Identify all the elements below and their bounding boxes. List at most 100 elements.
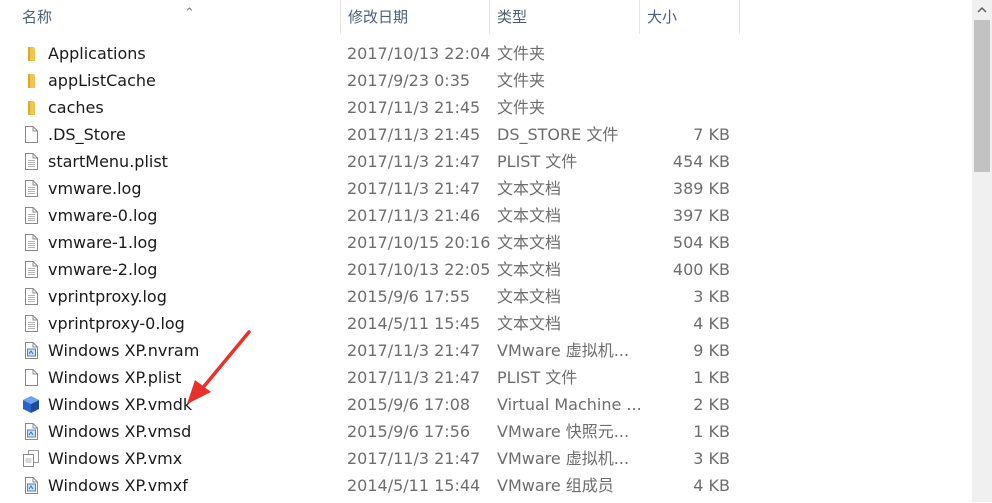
file-modified-date: 2017/10/13 22:05: [347, 260, 491, 279]
file-type: 文本文档: [497, 260, 562, 279]
file-size: 4 KB: [693, 314, 730, 333]
file-type: PLIST 文件: [497, 368, 578, 387]
file-name: caches: [48, 98, 104, 117]
column-header-modified-label: 修改日期: [348, 8, 409, 26]
file-row[interactable]: vprintproxy-0.log 2014/5/11 15:45 文本文档 4 KB: [0, 310, 972, 337]
file-row[interactable]: Windows XP.vmxf 2014/5/11 15:44 VMware 组成员…: [0, 472, 972, 499]
vertical-scrollbar[interactable]: [972, 0, 992, 502]
file-name: Windows XP.vmdk: [48, 395, 193, 414]
file-row[interactable]: caches 2017/11/3 21:45 文件夹: [0, 94, 972, 121]
file-type: 文本文档: [497, 179, 562, 198]
file-row[interactable]: Windows XP.vmx 2017/11/3 21:47 VMware 虚拟机.…: [0, 445, 972, 472]
text-file-icon: [22, 314, 40, 333]
file-name: vprintproxy-0.log: [48, 314, 185, 333]
file-type: Virtual Machine ...: [497, 395, 642, 414]
file-name: Windows XP.vmx: [48, 449, 183, 468]
scroll-up-arrow-icon[interactable]: [972, 0, 992, 20]
file-modified-date: 2017/11/3 21:46: [347, 206, 481, 225]
file-type: DS_STORE 文件: [497, 125, 619, 144]
file-size: 3 KB: [693, 287, 730, 306]
column-header-type[interactable]: 类型: [489, 0, 639, 34]
blank-file-icon: [22, 368, 40, 387]
blank-file-icon: [22, 125, 40, 144]
file-name: startMenu.plist: [48, 152, 168, 171]
file-modified-date: 2014/5/11 15:44: [347, 476, 481, 495]
file-modified-date: 2017/11/3 21:45: [347, 125, 481, 144]
file-row[interactable]: Windows XP.vmdk 2015/9/6 17:08 Virtual Mac…: [0, 391, 972, 418]
vmdk-cube-icon: [22, 395, 40, 414]
text-file-icon: [22, 206, 40, 225]
file-modified-date: 2017/11/3 21:45: [347, 98, 481, 117]
file-modified-date: 2017/10/15 20:16: [347, 233, 491, 252]
file-modified-date: 2017/11/3 21:47: [347, 368, 481, 387]
file-modified-date: 2015/9/6 17:08: [347, 395, 471, 414]
column-header-size[interactable]: 大小: [639, 0, 739, 34]
file-row[interactable]: vmware-0.log 2017/11/3 21:46 文本文档 397 KB: [0, 202, 972, 229]
text-file-icon: [22, 152, 40, 171]
file-modified-date: 2017/11/3 21:47: [347, 449, 481, 468]
file-type: 文本文档: [497, 206, 562, 225]
file-size: 454 KB: [672, 152, 730, 171]
file-size: 7 KB: [693, 125, 730, 144]
file-modified-date: 2015/9/6 17:55: [347, 287, 471, 306]
file-name: vmware-0.log: [48, 206, 158, 225]
file-type: VMware 组成员: [497, 476, 614, 495]
file-size: 1 KB: [693, 422, 730, 441]
file-size: 2 KB: [693, 395, 730, 414]
file-row[interactable]: appListCache 2017/9/23 0:35 文件夹: [0, 67, 972, 94]
file-size: 3 KB: [693, 449, 730, 468]
sort-ascending-icon: ⌃: [184, 6, 195, 21]
file-name: vmware-1.log: [48, 233, 158, 252]
file-modified-date: 2017/10/13 22:04: [347, 44, 491, 63]
file-size: 9 KB: [693, 341, 730, 360]
file-name: Windows XP.vmsd: [48, 422, 192, 441]
file-name: vmware.log: [48, 179, 142, 198]
column-header-modified[interactable]: 修改日期: [340, 0, 490, 34]
vmware-file-icon: [22, 341, 40, 360]
file-row[interactable]: vmware-2.log 2017/10/13 22:05 文本文档 400 KB: [0, 256, 972, 283]
file-name: Windows XP.vmxf: [48, 476, 188, 495]
file-modified-date: 2017/11/3 21:47: [347, 152, 481, 171]
text-file-icon: [22, 179, 40, 198]
file-size: 504 KB: [672, 233, 730, 252]
file-name: Windows XP.nvram: [48, 341, 200, 360]
file-name: vmware-2.log: [48, 260, 158, 279]
file-row[interactable]: Applications 2017/10/13 22:04 文件夹: [0, 40, 972, 67]
scrollbar-thumb[interactable]: [974, 20, 990, 172]
file-modified-date: 2017/11/3 21:47: [347, 341, 481, 360]
file-row[interactable]: startMenu.plist 2017/11/3 21:47 PLIST 文件 45…: [0, 148, 972, 175]
file-size: 1 KB: [693, 368, 730, 387]
file-name: .DS_Store: [48, 125, 126, 144]
file-type: 文件夹: [497, 71, 546, 90]
vmware-file-icon: [22, 476, 40, 495]
vmx-file-icon: [22, 449, 40, 468]
folder-icon: [22, 71, 40, 90]
file-size: 389 KB: [672, 179, 730, 198]
file-type: PLIST 文件: [497, 152, 578, 171]
file-name: Applications: [48, 44, 146, 63]
file-type: 文件夹: [497, 98, 546, 117]
folder-icon: [22, 44, 40, 63]
folder-icon: [22, 98, 40, 117]
file-type: VMware 虚拟机...: [497, 449, 630, 468]
vmware-file-icon: [22, 422, 40, 441]
file-type: 文本文档: [497, 233, 562, 252]
file-size: 4 KB: [693, 476, 730, 495]
file-row[interactable]: .DS_Store 2017/11/3 21:45 DS_STORE 文件 7 KB: [0, 121, 972, 148]
column-divider[interactable]: [739, 0, 740, 34]
file-row[interactable]: vmware.log 2017/11/3 21:47 文本文档 389 KB: [0, 175, 972, 202]
file-modified-date: 2017/9/23 0:35: [347, 71, 471, 90]
file-type: 文本文档: [497, 287, 562, 306]
file-row[interactable]: vmware-1.log 2017/10/15 20:16 文本文档 504 KB: [0, 229, 972, 256]
column-header-name[interactable]: 名称 ⌃: [14, 0, 340, 34]
file-row[interactable]: Windows XP.nvram 2017/11/3 21:47 VMware 虚拟…: [0, 337, 972, 364]
file-row[interactable]: Windows XP.plist 2017/11/3 21:47 PLIST 文件 1…: [0, 364, 972, 391]
text-file-icon: [22, 260, 40, 279]
file-modified-date: 2017/11/3 21:47: [347, 179, 481, 198]
file-type: VMware 快照元...: [497, 422, 630, 441]
file-row[interactable]: Windows XP.vmsd 2015/9/6 17:56 VMware 快照元.…: [0, 418, 972, 445]
file-row[interactable]: vprintproxy.log 2015/9/6 17:55 文本文档 3 KB: [0, 283, 972, 310]
file-modified-date: 2014/5/11 15:45: [347, 314, 481, 333]
file-size: 400 KB: [672, 260, 730, 279]
file-name: appListCache: [48, 71, 156, 90]
